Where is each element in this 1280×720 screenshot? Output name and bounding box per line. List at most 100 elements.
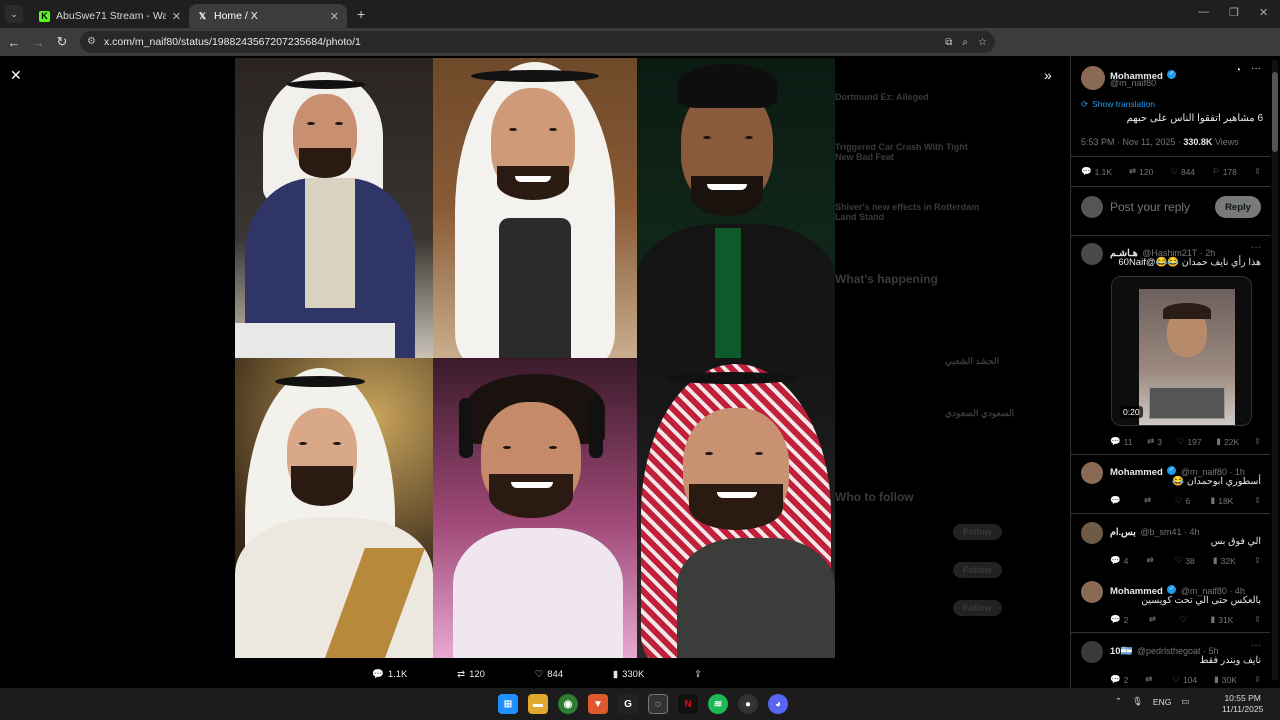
expand-panel-icon[interactable]: » [1044,67,1052,83]
more-icon[interactable]: ··· [1251,63,1261,74]
chrome-icon[interactable]: ◉ [558,694,578,714]
tab-home-x[interactable]: 𝕏 Home / X ✕ [189,4,347,28]
repost-stat[interactable]: ⇄ 120 [1129,166,1153,177]
like-stat[interactable]: ♡ 844 [1170,166,1195,177]
video-frame [1139,289,1235,425]
zoom-icon[interactable]: ⌕ [962,37,968,48]
share-icon[interactable]: ⇪ [1254,436,1261,447]
author-handle[interactable]: @m_naif80 [1110,78,1156,88]
discord-icon[interactable]: ◕ [768,694,788,714]
install-icon[interactable]: ⧉ [945,37,952,48]
back-icon[interactable]: ← [2,35,26,50]
network-icon[interactable]: ▭ [1181,696,1189,707]
views-stat[interactable]: ▮ 18K [1211,495,1234,506]
avatar[interactable] [1081,243,1103,265]
share-action[interactable]: ⇪ [694,667,702,681]
translate-icon: ⟳ [1081,99,1089,109]
url-bar[interactable]: ⚙ x.com/m_naif80/status/1988243567207235… [80,31,995,53]
tab-stream[interactable]: K AbuSwe71 Stream - Watch Live ✕ [31,4,189,28]
share-icon[interactable]: ⇪ [1254,495,1261,506]
avatar[interactable] [1081,66,1105,90]
chevron-up-icon[interactable]: ⌃ [1115,696,1122,707]
like-action[interactable]: ♡ 844 [535,667,563,681]
bg-item: Shiver's new effects in Rotterdam Land S… [835,202,980,222]
close-viewer-icon[interactable]: ✕ [10,67,22,84]
reply-stat[interactable]: 💬 [1110,495,1124,506]
language-indicator[interactable]: ENG [1153,697,1171,707]
repost-stat[interactable]: ⇄ 3 [1147,436,1162,447]
views-stat[interactable]: ▮ 30K [1214,674,1237,685]
site-info-icon[interactable]: ⚙ [87,36,96,47]
forward-icon[interactable]: → [26,35,50,50]
restore-icon[interactable]: ❐ [1229,6,1239,19]
reply-stat[interactable]: 💬 1.1K [1081,166,1112,177]
repost-stat[interactable]: ⇄ [1144,495,1154,506]
panel-scrollbar[interactable] [1272,60,1278,680]
new-tab-button[interactable]: + [357,6,365,22]
close-window-icon[interactable]: ✕ [1259,6,1268,19]
bar-chart-icon: ▮ [1214,674,1219,684]
like-stat[interactable]: ♡ 197 [1177,436,1202,447]
reply-text: الي فوق بس [1210,536,1261,547]
heart-icon: ♡ [1179,614,1188,624]
spotify-icon[interactable]: ≋ [708,694,728,714]
obs-icon[interactable]: ● [738,694,758,714]
reply-stat[interactable]: 💬 2 [1110,614,1128,625]
reply-stat[interactable]: 💬 11 [1110,436,1132,447]
collage-photo[interactable] [235,58,835,658]
grok-icon[interactable]: ◔ [1235,65,1241,76]
more-icon[interactable]: ··· [1251,640,1262,651]
close-tab-icon[interactable]: ✕ [330,10,339,23]
share-icon[interactable]: ⇪ [1254,166,1261,177]
avatar[interactable] [1081,522,1103,544]
reply-text: بالعكس حتى الي تحت كويسين [1141,595,1261,606]
kick-icon: K [39,10,50,22]
g-app-icon[interactable]: G [618,694,638,714]
views-stat[interactable]: ▮ 22K [1216,436,1239,447]
bg-follow: Follow [953,524,1002,540]
app-icon[interactable]: ◌ [648,694,668,714]
views-action[interactable]: ▮ 330K [613,667,644,681]
tweet-time[interactable]: 5:53 PM · Nov 11, 2025 · [1081,137,1181,147]
like-stat[interactable]: ♡ 38 [1175,555,1195,566]
repost-action[interactable]: ⇄ 120 [457,667,485,681]
views-stat[interactable]: ▮ 32K [1213,555,1236,566]
share-icon[interactable]: ⇪ [1254,555,1261,566]
repost-stat[interactable]: ⇄ [1146,555,1156,566]
more-icon[interactable]: ··· [1251,242,1262,253]
minimize-icon[interactable]: — [1198,6,1209,18]
repost-stat[interactable]: ⇄ [1149,614,1159,625]
brave-icon[interactable]: ▼ [588,694,608,714]
reply-input[interactable]: Post your reply [1110,200,1190,214]
bookmark-star-icon[interactable]: ☆ [978,37,987,48]
like-stat[interactable]: ♡ 6 [1175,495,1190,506]
file-explorer-icon[interactable]: ▬ [528,694,548,714]
avatar[interactable] [1081,581,1103,603]
share-icon[interactable]: ⇪ [1254,674,1261,685]
avatar[interactable] [1081,462,1103,484]
clock[interactable]: 10:55 PM 11/11/2025 [1222,693,1263,715]
share-icon[interactable]: ⇪ [1254,614,1261,625]
close-tab-icon[interactable]: ✕ [172,10,181,23]
reply-button[interactable]: Reply [1215,196,1261,218]
show-translation-link[interactable]: ⟳ Show translation [1081,99,1155,110]
views-stat[interactable]: ▮ 31K [1211,614,1234,625]
tab-search-icon[interactable]: ⌄ [5,5,23,23]
repost-icon: ⇄ [1148,614,1156,624]
scrollbar-thumb[interactable] [1272,72,1278,152]
repost-stat[interactable]: ⇄ [1145,674,1155,685]
reply-stat[interactable]: 💬 4 [1110,555,1128,566]
windows-start-icon[interactable]: ⊞ [498,694,518,714]
bookmark-stat[interactable]: ⚐ 178 [1212,166,1237,177]
comment-icon: 💬 [1110,436,1121,446]
like-stat[interactable]: ♡ [1179,614,1190,625]
like-stat[interactable]: ♡ 104 [1172,674,1197,685]
tab-title: AbuSwe71 Stream - Watch Live [56,10,166,22]
reply-stat[interactable]: 💬 2 [1110,674,1128,685]
avatar[interactable] [1081,641,1103,663]
netflix-icon[interactable]: N [678,694,698,714]
video-attachment[interactable]: 0:20 [1111,276,1252,426]
reload-icon[interactable]: ↻ [50,34,74,50]
reply-action[interactable]: 💬 1.1K [372,667,407,681]
microphone-icon[interactable]: 🎙 [1132,696,1143,707]
